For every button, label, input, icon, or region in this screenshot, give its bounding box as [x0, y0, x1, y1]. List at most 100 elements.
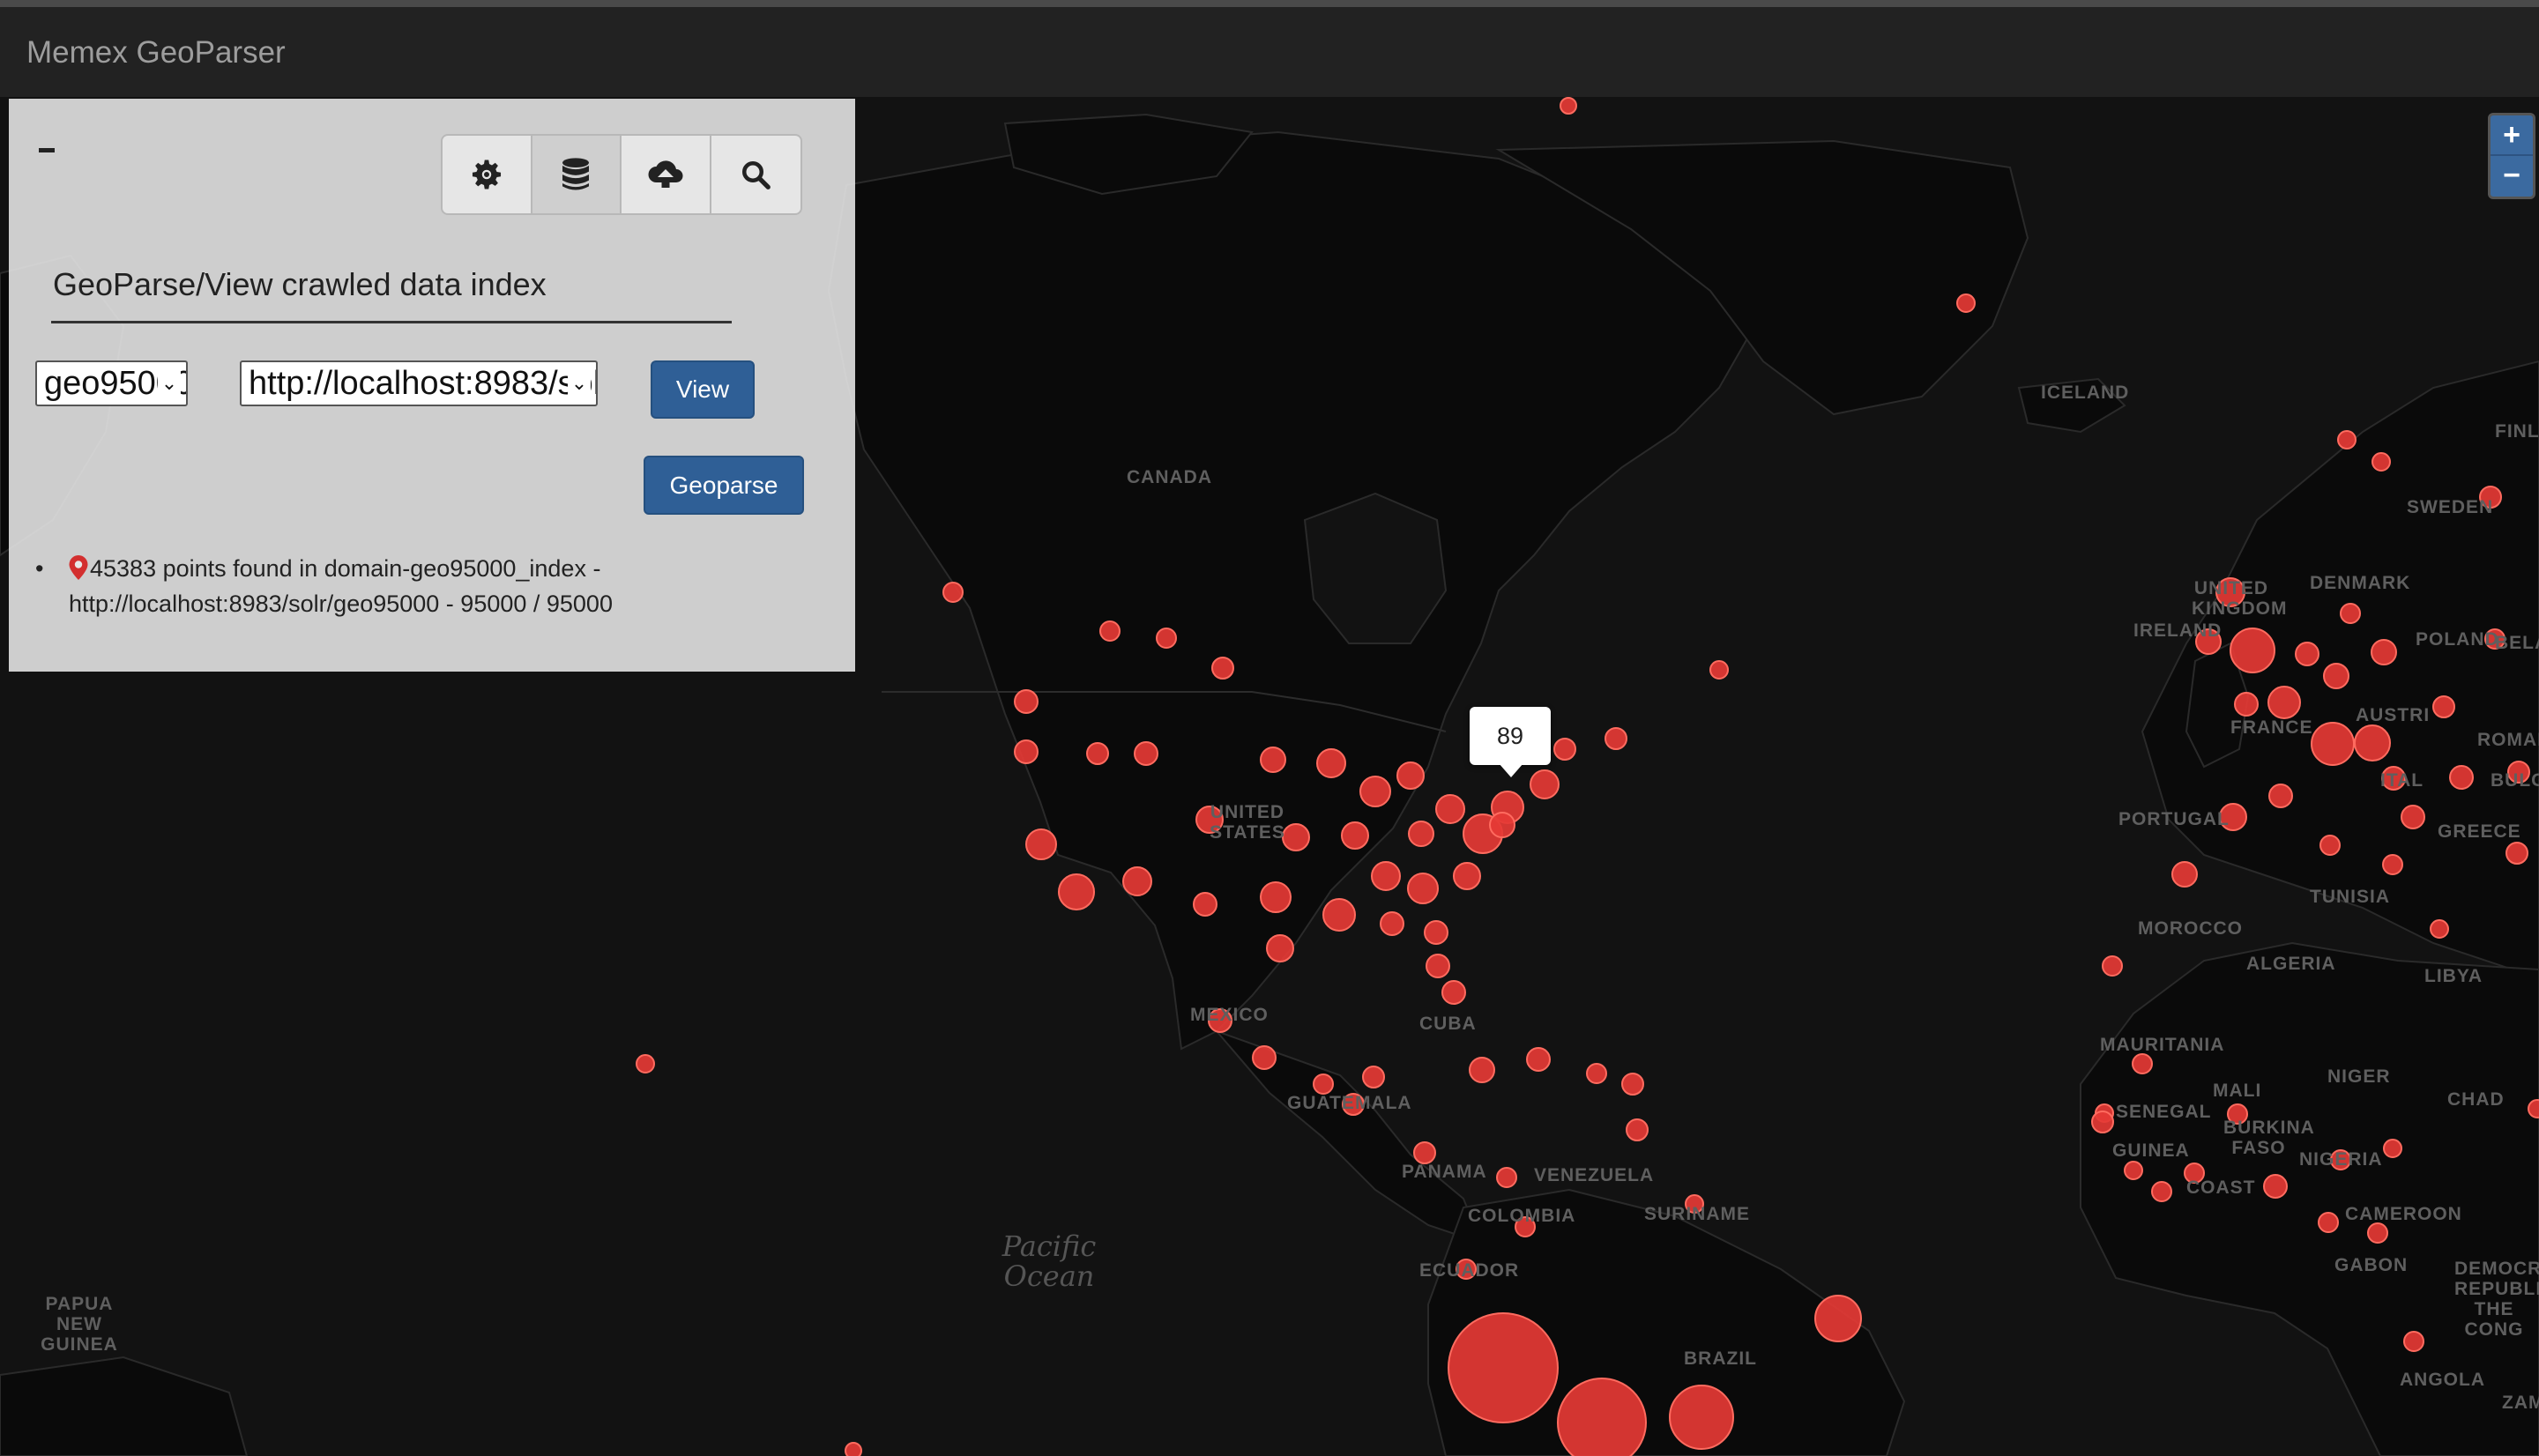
map-marker[interactable] — [2401, 805, 2425, 829]
map-marker[interactable] — [2367, 1222, 2388, 1244]
map-marker[interactable] — [2171, 861, 2198, 888]
map-marker[interactable] — [1489, 812, 1515, 838]
map-marker[interactable] — [1260, 881, 1292, 913]
map-marker[interactable] — [1211, 657, 1234, 680]
map-marker[interactable] — [1621, 1073, 1644, 1096]
map-marker[interactable] — [1014, 689, 1039, 714]
map-marker[interactable] — [2432, 695, 2455, 718]
collapse-panel-button[interactable] — [39, 148, 55, 152]
map-marker[interactable] — [1424, 920, 1448, 945]
map-marker[interactable] — [1407, 873, 1439, 904]
geoparse-button[interactable]: Geoparse — [644, 456, 804, 515]
map-marker[interactable] — [2340, 603, 2361, 624]
map-marker[interactable] — [2449, 765, 2474, 790]
map-marker[interactable] — [1359, 776, 1391, 807]
database-tab-button[interactable] — [532, 136, 622, 213]
map-marker[interactable] — [2371, 452, 2391, 472]
map-marker[interactable] — [2505, 842, 2528, 865]
map-marker[interactable] — [1408, 821, 1434, 847]
map-marker[interactable] — [1362, 1066, 1385, 1088]
map-marker[interactable] — [1441, 980, 1466, 1005]
map-marker[interactable] — [1252, 1045, 1277, 1070]
map-marker[interactable] — [1313, 1073, 1334, 1095]
map-marker[interactable] — [2102, 955, 2123, 977]
map-marker[interactable] — [2311, 722, 2355, 766]
zoom-in-button[interactable]: + — [2491, 115, 2533, 156]
index-select[interactable]: geo95000 ⌄ — [35, 360, 188, 406]
map-marker[interactable] — [1553, 738, 1576, 761]
map-marker[interactable] — [2528, 1099, 2539, 1118]
map-marker[interactable] — [1266, 934, 1294, 962]
map-marker[interactable] — [1626, 1118, 1649, 1141]
map-marker[interactable] — [1560, 97, 1577, 115]
map-label-morocco: MOROCCO — [2138, 918, 2243, 939]
map-marker[interactable] — [1322, 898, 1356, 932]
map-marker[interactable] — [1380, 911, 1404, 936]
map-marker[interactable] — [2403, 1331, 2424, 1352]
map-marker[interactable] — [2382, 854, 2403, 875]
search-tab-button[interactable] — [711, 136, 800, 213]
map-marker[interactable] — [2234, 692, 2259, 717]
upload-tab-button[interactable] — [622, 136, 711, 213]
map-marker[interactable] — [2230, 628, 2275, 673]
settings-tab-button[interactable] — [443, 136, 532, 213]
map-marker[interactable] — [1014, 739, 1039, 764]
map-marker[interactable] — [1605, 727, 1627, 750]
map-marker[interactable] — [1413, 1141, 1436, 1164]
navbar: Memex GeoParser — [0, 0, 2539, 97]
map-label-sweden: SWEDEN — [2407, 497, 2494, 517]
map-marker[interactable] — [1448, 1312, 1559, 1423]
brand-title[interactable]: Memex GeoParser — [26, 35, 286, 71]
map-marker[interactable] — [2132, 1053, 2153, 1074]
map-marker[interactable] — [1193, 892, 1217, 917]
view-button[interactable]: View — [651, 360, 755, 419]
map-marker[interactable] — [1025, 828, 1057, 860]
map-marker[interactable] — [1469, 1057, 1495, 1083]
map-marker[interactable] — [1058, 873, 1095, 910]
map-marker[interactable] — [2383, 1139, 2402, 1158]
map-marker[interactable] — [2323, 663, 2349, 689]
map-marker[interactable] — [2295, 642, 2319, 666]
map-marker[interactable] — [1086, 742, 1109, 765]
map-marker[interactable] — [1099, 620, 1121, 642]
map-marker[interactable] — [2337, 430, 2357, 449]
zoom-out-button[interactable]: − — [2491, 156, 2533, 195]
map-marker[interactable] — [1341, 821, 1369, 850]
map-marker[interactable] — [2091, 1111, 2114, 1133]
map-marker[interactable] — [2268, 784, 2293, 808]
map-marker[interactable] — [2318, 1212, 2339, 1233]
map-marker[interactable] — [636, 1054, 655, 1073]
map-marker[interactable] — [1557, 1378, 1647, 1456]
map-marker[interactable] — [2267, 686, 2301, 719]
map-marker[interactable] — [1709, 660, 1729, 680]
map-marker[interactable] — [845, 1442, 862, 1456]
map-marker[interactable] — [1134, 741, 1158, 766]
map-marker[interactable] — [1453, 862, 1481, 890]
map-marker[interactable] — [1669, 1385, 1734, 1450]
url-select[interactable]: http://localhost:8983/solr/geo95000 ⌄ — [240, 360, 598, 406]
map-marker[interactable] — [1156, 628, 1177, 649]
map-marker[interactable] — [1586, 1063, 1607, 1084]
map-marker[interactable] — [1526, 1047, 1551, 1072]
map-marker[interactable] — [2151, 1181, 2172, 1202]
map-marker[interactable] — [1122, 866, 1152, 896]
map-marker[interactable] — [2354, 724, 2391, 761]
map-marker[interactable] — [2319, 835, 2341, 856]
map-marker[interactable] — [1371, 861, 1401, 891]
map-marker[interactable] — [2430, 919, 2449, 939]
map-marker[interactable] — [1496, 1167, 1517, 1188]
map-marker[interactable] — [1396, 761, 1425, 790]
map-marker[interactable] — [1260, 747, 1286, 773]
map-marker[interactable] — [942, 582, 964, 603]
map-marker[interactable] — [2371, 639, 2397, 665]
map-label-cuba: CUBA — [1419, 1014, 1477, 1034]
map-marker[interactable] — [1435, 794, 1465, 824]
map-marker[interactable] — [1956, 293, 1976, 313]
map-marker[interactable] — [2124, 1161, 2143, 1180]
map-marker[interactable] — [1530, 769, 1560, 799]
map-label-colombia: COLOMBIA — [1468, 1206, 1576, 1226]
map-marker[interactable] — [2263, 1174, 2288, 1199]
map-marker[interactable] — [1814, 1295, 1862, 1342]
map-marker[interactable] — [1316, 748, 1346, 778]
map-marker[interactable] — [1426, 954, 1450, 978]
